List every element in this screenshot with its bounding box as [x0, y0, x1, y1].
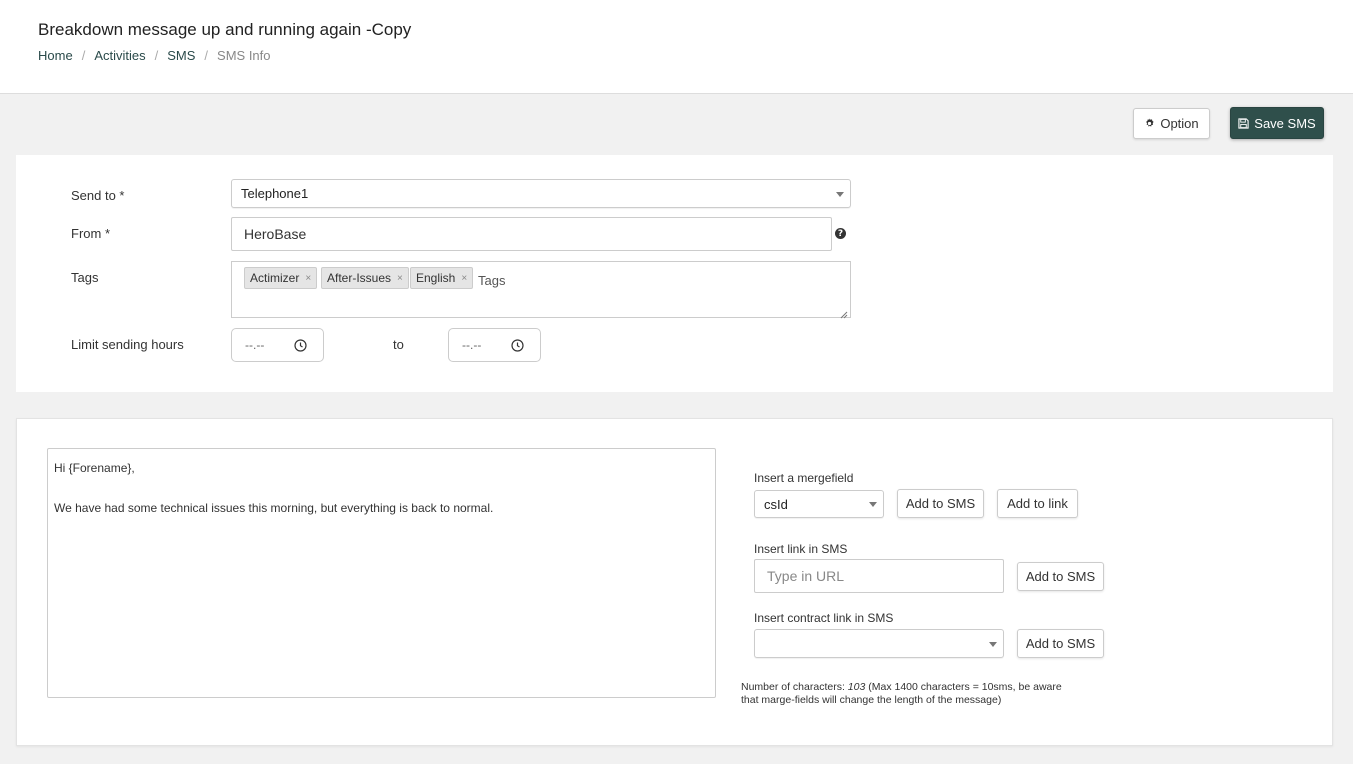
close-icon[interactable]: × [461, 273, 467, 284]
from-input[interactable]: HeroBase [231, 217, 832, 251]
contract-add-to-sms-button[interactable]: Add to SMS [1017, 629, 1104, 658]
page-header: Breakdown message up and running again -… [0, 0, 1353, 94]
clock-icon[interactable] [511, 339, 524, 355]
character-count-prefix: Number of characters: [741, 681, 848, 693]
limit-hours-label: Limit sending hours [71, 337, 184, 352]
from-value: HeroBase [244, 226, 307, 242]
link-add-to-sms-button[interactable]: Add to SMS [1017, 562, 1104, 591]
send-to-select[interactable]: Telephone1 [231, 179, 851, 208]
mergefield-add-to-sms-button[interactable]: Add to SMS [897, 489, 984, 518]
message-textarea[interactable]: Hi {Forename}, We have had some technica… [47, 448, 716, 698]
tags-input[interactable]: Actimizer × After-Issues × English × Tag… [231, 261, 851, 319]
character-count: Number of characters: 103 (Max 1400 char… [741, 681, 1071, 707]
tags-placeholder: Tags [478, 273, 506, 288]
chevron-down-icon [869, 502, 877, 507]
breadcrumb-activities[interactable]: Activities [94, 48, 145, 63]
message-line [54, 478, 709, 498]
start-time-input[interactable]: --.-- [231, 328, 324, 362]
breadcrumb-sms[interactable]: SMS [167, 48, 195, 63]
chevron-down-icon [836, 191, 844, 197]
mergefield-select[interactable]: csId [754, 490, 884, 518]
tag-label: English [416, 271, 456, 285]
send-to-value: Telephone1 [241, 186, 309, 201]
character-count-value: 103 [847, 681, 866, 693]
message-line: Hi {Forename}, [54, 461, 135, 475]
close-icon[interactable]: × [305, 273, 311, 284]
gear-icon [1144, 118, 1155, 129]
breadcrumb-separator: / [154, 48, 159, 63]
tag-chip: After-Issues × [321, 267, 409, 289]
contract-label: Insert contract link in SMS [754, 611, 894, 625]
link-label: Insert link in SMS [754, 542, 848, 556]
breadcrumb-home[interactable]: Home [38, 48, 73, 63]
breadcrumb: Home / Activities / SMS / SMS Info [38, 48, 271, 63]
url-input[interactable]: Type in URL [754, 559, 1004, 593]
mergefield-label: Insert a mergefield [754, 471, 854, 485]
option-button-label: Option [1160, 116, 1199, 131]
tag-chip: Actimizer × [244, 267, 318, 289]
url-placeholder: Type in URL [767, 568, 845, 584]
mergefield-add-to-link-button[interactable]: Add to link [997, 489, 1078, 518]
clock-icon[interactable] [294, 339, 307, 355]
tag-label: Actimizer [250, 271, 300, 285]
end-time-value: --.-- [462, 338, 482, 352]
from-label: From * [71, 226, 110, 241]
send-to-label: Send to * [71, 188, 125, 203]
breadcrumb-separator: / [81, 48, 86, 63]
floppy-disk-icon [1238, 117, 1249, 129]
message-line: We have had some technical issues this m… [54, 501, 494, 515]
page-title: Breakdown message up and running again -… [38, 20, 412, 39]
resize-handle-icon[interactable] [840, 307, 848, 319]
to-label: to [393, 337, 404, 352]
start-time-value: --.-- [245, 338, 265, 352]
save-sms-button[interactable]: Save SMS [1230, 107, 1324, 139]
breadcrumb-sms-info: SMS Info [217, 48, 271, 63]
tags-label: Tags [71, 270, 99, 285]
save-sms-button-label: Save SMS [1254, 115, 1316, 131]
option-button[interactable]: Option [1133, 108, 1210, 139]
contract-select[interactable] [754, 629, 1004, 658]
mergefield-value: csId [764, 496, 788, 512]
tag-label: After-Issues [327, 271, 392, 285]
help-icon[interactable]: ? [835, 228, 846, 239]
breadcrumb-separator: / [204, 48, 209, 63]
chevron-down-icon [989, 641, 997, 647]
close-icon[interactable]: × [397, 273, 403, 284]
tag-chip: English × [410, 267, 474, 289]
end-time-input[interactable]: --.-- [448, 328, 541, 362]
